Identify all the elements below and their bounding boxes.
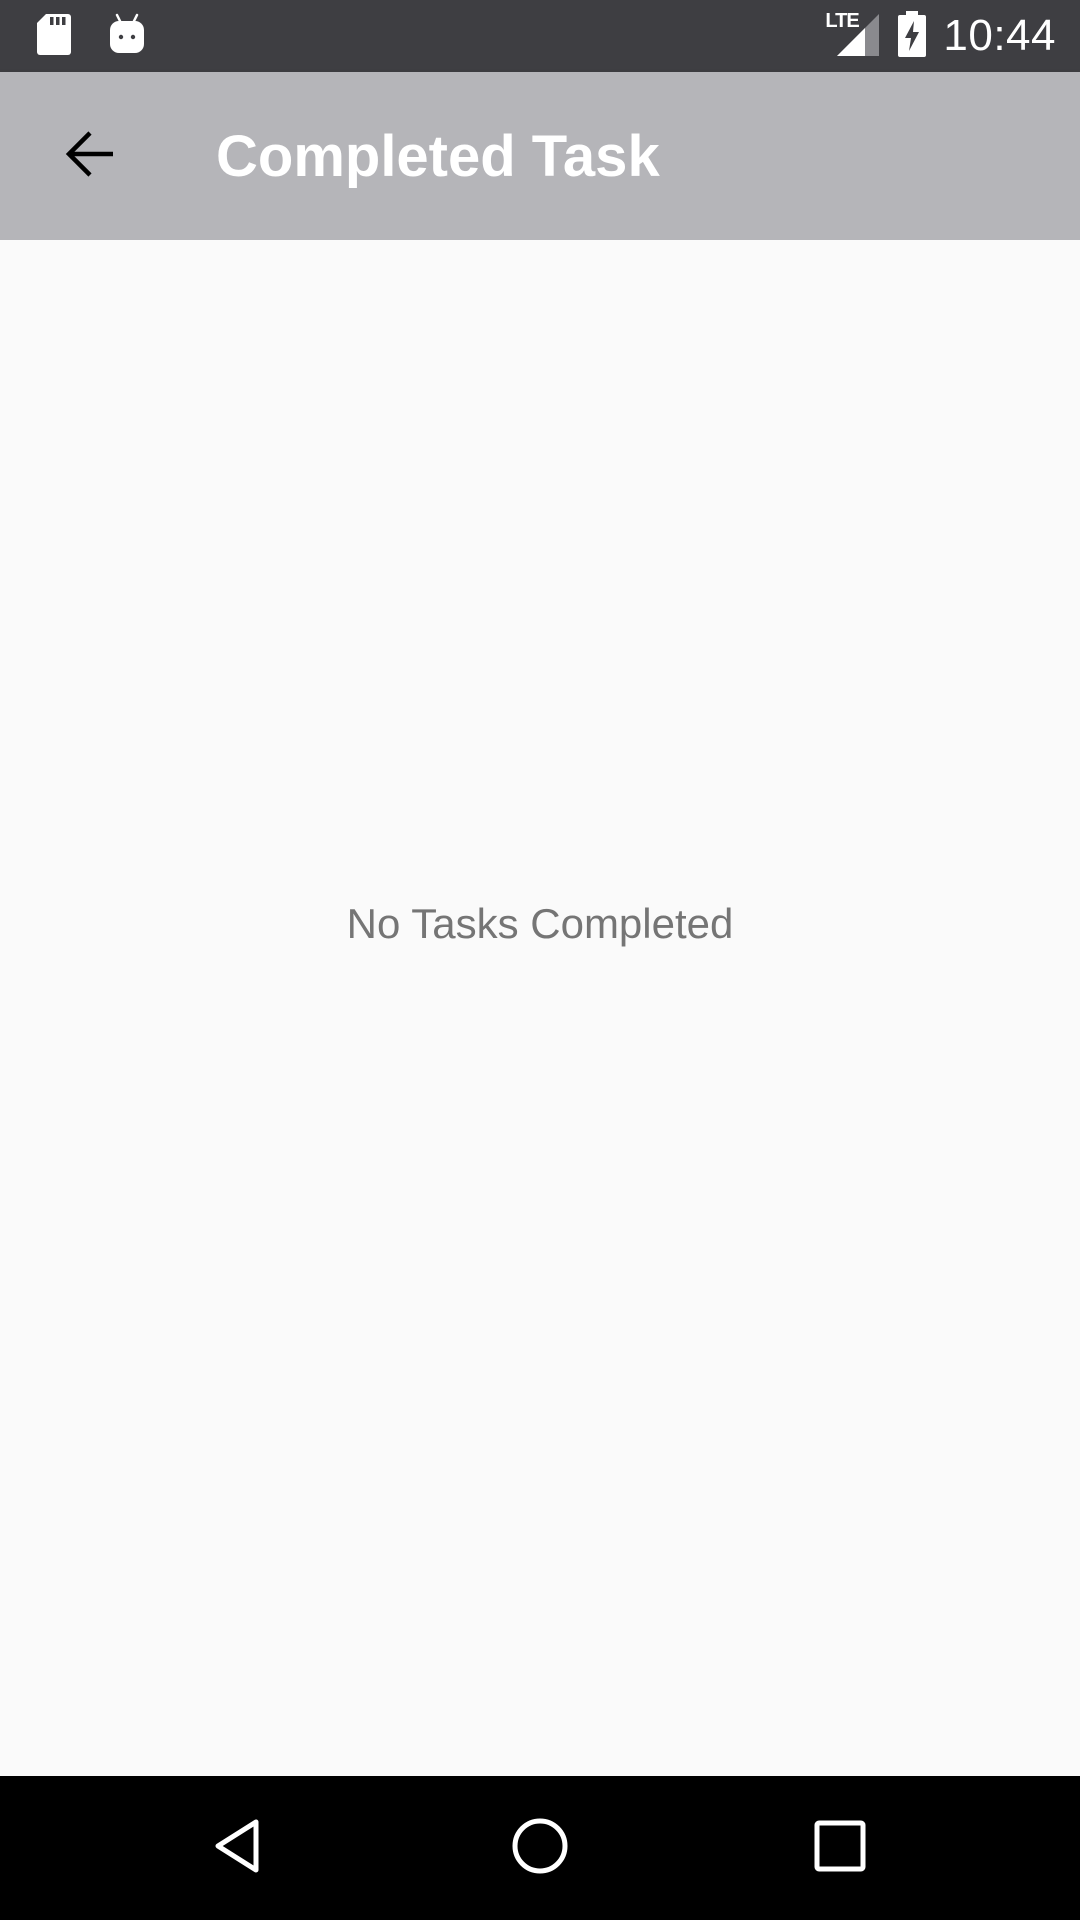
- nav-home-button[interactable]: [490, 1798, 590, 1898]
- page-title: Completed Task: [216, 123, 660, 189]
- status-system-icons: LTE 10:44: [825, 0, 1056, 72]
- battery-charging-icon: [897, 10, 927, 63]
- nav-back-button[interactable]: [190, 1798, 290, 1898]
- network-type-label: LTE: [825, 10, 859, 32]
- clock: 10:44: [943, 11, 1056, 60]
- back-button[interactable]: [40, 106, 140, 206]
- recents-square-icon: [810, 1816, 870, 1881]
- back-triangle-icon: [210, 1816, 270, 1881]
- status-notifications: [36, 12, 146, 60]
- home-circle-icon: [510, 1816, 570, 1881]
- task-list-area: No Tasks Completed: [0, 240, 1080, 1776]
- arrow-back-icon: [64, 128, 116, 185]
- android-icon: [108, 13, 146, 60]
- sd-card-icon: [36, 12, 72, 61]
- navigation-bar: [0, 1776, 1080, 1920]
- nav-recents-button[interactable]: [790, 1798, 890, 1898]
- lte-signal-icon: LTE: [825, 10, 881, 62]
- empty-state-message: No Tasks Completed: [346, 900, 734, 947]
- status-bar: LTE 10:44: [0, 0, 1080, 72]
- app-bar: Completed Task: [0, 72, 1080, 240]
